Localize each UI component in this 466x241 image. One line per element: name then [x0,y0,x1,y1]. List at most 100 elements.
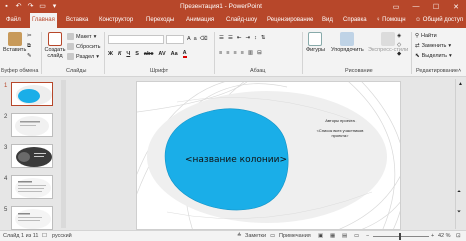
comments-icon[interactable]: ▭ [270,233,275,239]
copy-icon[interactable]: ⧉ [27,43,31,50]
authors-list[interactable]: <Список всех участников проекта> [313,128,367,138]
justify-icon[interactable]: ≡ [241,50,244,56]
find-button[interactable]: ⚲ Найти [415,33,437,39]
undo-icon[interactable]: ↶ [14,2,23,11]
decrease-font-icon[interactable]: a [194,36,197,42]
start-slideshow-icon[interactable]: ▭ [38,2,47,11]
ribbon-display-options-icon[interactable]: ▭ [386,0,406,13]
select-button[interactable]: ⬉ Выделить ▾ [415,53,452,59]
spell-check-icon[interactable]: ☐ [42,233,47,239]
layout-button[interactable]: Макет ▾ [67,33,96,40]
customize-qat-icon[interactable]: ▾ [50,2,59,11]
align-left-icon[interactable]: ≡ [219,50,222,56]
editor-scrollbar[interactable]: ▲ ⏶ ⏷ [455,79,464,229]
next-slide-icon[interactable]: ⏷ [457,209,461,215]
shadow-icon[interactable]: S [135,51,139,57]
minimize-icon[interactable]: — [406,0,426,13]
language-indicator[interactable]: русский [52,233,72,239]
tab-transitions[interactable]: Переходы [144,13,176,28]
paragraph-align-buttons: ≡ ≡ ≡ ≡ ▥ ⊟ [219,50,262,56]
collapse-ribbon-icon[interactable]: ˄ [458,68,461,74]
dropdown-arrow-icon: ▾ [93,33,97,40]
tab-slideshow[interactable]: Слайд-шоу [224,13,259,28]
authors-heading[interactable]: Авторы проекта [313,118,367,123]
paste-button[interactable]: Вставить [3,32,26,53]
change-case-icon[interactable]: Aa [171,51,178,57]
tab-view[interactable]: Вид [320,13,335,28]
redo-icon[interactable]: ↷ [26,2,35,11]
zoom-in-icon[interactable]: + [431,233,434,239]
thumbnails-scrollbar[interactable] [61,80,66,228]
slideshow-view-icon[interactable]: ▭ [354,233,359,239]
new-slide-button[interactable]: Создать слайд [44,32,66,59]
zoom-slider[interactable] [373,236,429,237]
scroll-up-icon[interactable]: ▲ [458,81,463,87]
format-painter-icon[interactable]: ✎ [27,53,32,59]
italic-icon[interactable]: К [118,51,121,57]
bullets-icon[interactable]: ☰ [219,35,224,41]
bold-icon[interactable]: Ж [108,51,113,57]
line-spacing-icon[interactable]: ↕ [254,35,257,41]
previous-slide-icon[interactable]: ⏶ [457,189,461,195]
text-direction-icon[interactable]: ⇅ [261,35,266,41]
arrange-button[interactable]: Упорядочить [331,32,364,53]
share-button[interactable]: ☺ Общий доступ [413,13,465,28]
tab-home[interactable]: Главная [30,13,57,28]
clear-formatting-icon[interactable]: ⌫ [200,36,208,42]
numbering-icon[interactable]: ☰ [228,35,233,41]
strikethrough-icon[interactable]: abc [144,51,153,57]
quick-styles-button[interactable]: Экспресс-стили [368,32,408,53]
tab-animations[interactable]: Анимация [184,13,216,28]
shapes-button[interactable]: Фигуры [306,32,325,53]
notes-button[interactable]: Заметки [245,233,266,239]
slide-thumbnail-4[interactable] [11,175,53,199]
section-button[interactable]: Раздел ▾ [67,53,99,60]
columns-icon[interactable]: ▥ [248,50,253,56]
slide-sorter-icon[interactable]: ▦ [330,233,335,239]
spacing-icon[interactable]: AV [158,51,165,57]
normal-view-icon[interactable]: ▣ [318,233,323,239]
align-center-icon[interactable]: ≡ [226,50,229,56]
tab-review[interactable]: Рецензирование [265,13,315,28]
fit-slide-icon[interactable]: ⊡ [456,233,461,239]
increase-font-icon[interactable]: A [187,36,191,42]
zoom-slider-thumb[interactable] [399,233,401,240]
tab-design[interactable]: Конструктор [97,13,135,28]
slide-thumbnail-3[interactable] [11,144,53,168]
tab-insert[interactable]: Вставка [64,13,90,28]
slide-thumbnail-2[interactable] [11,113,53,137]
align-text-icon[interactable]: ⊟ [257,50,262,56]
font-size-field[interactable] [166,35,184,44]
reading-view-icon[interactable]: ▤ [342,233,347,239]
reset-button[interactable]: Сбросить [67,43,100,50]
save-icon[interactable]: ▪ [2,2,11,11]
tab-tell-me[interactable]: ♀ Помощн [374,13,408,28]
close-icon[interactable]: ✕ [446,0,466,13]
paste-label: Вставить [3,47,27,53]
slides-group-label: Слайды [66,68,87,74]
slide-thumbnail-5[interactable] [11,206,53,230]
decrease-indent-icon[interactable]: ⇤ [237,35,242,41]
paste-icon [7,32,22,46]
zoom-out-icon[interactable]: − [366,233,369,239]
maximize-icon[interactable]: ☐ [426,0,446,13]
replace-button[interactable]: ⇄ Заменить ▾ [415,43,451,49]
font-color-icon[interactable]: A [182,50,187,58]
align-right-icon[interactable]: ≡ [233,50,236,56]
shape-outline-icon[interactable]: ◇ [397,42,401,48]
underline-icon[interactable]: Ч [126,51,130,57]
font-group-label: Шрифт [150,68,169,74]
comments-button[interactable]: Примечания [279,233,311,239]
shape-fill-icon[interactable]: ◈ [397,33,401,39]
slide-canvas[interactable]: <название колонии> Авторы проекта <Списо… [136,81,401,230]
shape-effects-icon[interactable]: ◆ [397,51,401,57]
slide-title[interactable]: <название колонии> [177,155,295,165]
slide-thumbnail-1[interactable] [11,82,53,106]
tab-file[interactable]: Файл [4,13,23,28]
cut-icon[interactable]: ✂ [27,33,32,39]
font-name-field[interactable] [108,35,164,44]
notes-icon[interactable]: ≙ [237,233,242,239]
zoom-level[interactable]: 42 % [438,233,451,239]
tab-help[interactable]: Справка [341,13,369,28]
increase-indent-icon[interactable]: ⇥ [245,35,250,41]
